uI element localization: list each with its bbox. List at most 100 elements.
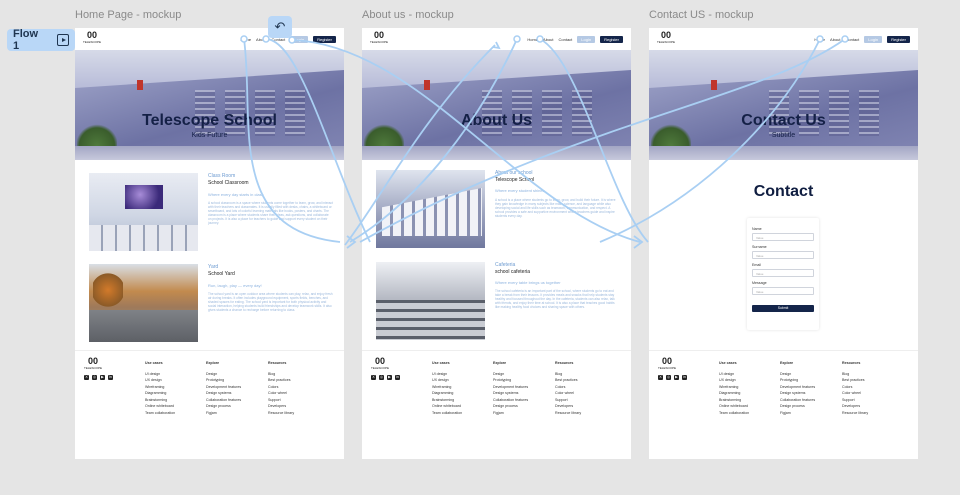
footer-link[interactable]: Team collaboration <box>719 411 749 418</box>
linkedin-icon[interactable]: in <box>108 375 113 380</box>
login-button[interactable]: Login <box>577 35 596 43</box>
nav-home-link[interactable]: Home <box>814 37 825 42</box>
frame-title-contact[interactable]: Contact US - mockup <box>649 9 754 21</box>
register-button[interactable]: Register <box>887 35 910 43</box>
arrowhead <box>633 235 644 249</box>
section-subtitle: School Classroom <box>208 180 249 186</box>
nav-contact-link[interactable]: Contact <box>846 37 860 42</box>
linkedin-icon[interactable]: in <box>682 375 687 380</box>
nav-about-link[interactable]: About <box>256 37 266 42</box>
nav-about-link[interactable]: About <box>543 37 553 42</box>
contact-form: Name Value Surname Value Email Value Mes… <box>747 218 819 330</box>
flag-image <box>424 80 430 90</box>
footer-link[interactable]: Resource library <box>268 411 294 418</box>
play-frame-icon[interactable] <box>57 34 69 46</box>
youtube-icon[interactable]: ▶ <box>100 375 105 380</box>
hero-title: Telescope School <box>142 112 277 129</box>
hero-subtitle: Kids Future <box>191 132 228 139</box>
footer-logo[interactable]: 00 TELESCOPE <box>658 357 676 372</box>
youtube-icon[interactable]: ▶ <box>674 375 679 380</box>
footer-column: Use cases UI design UX design Wireframin… <box>719 361 749 417</box>
section-tagline: Where every table brings us together <box>495 280 561 285</box>
register-button[interactable]: Register <box>600 35 623 43</box>
section-body: A school classroom is a space where stud… <box>208 201 333 225</box>
section-body: The school yard is an open outdoor area … <box>208 292 333 312</box>
arrowhead <box>346 235 357 249</box>
cafeteria-image <box>376 262 485 340</box>
login-button[interactable]: Login <box>290 35 309 43</box>
surname-field[interactable]: Value <box>752 251 814 259</box>
instagram-icon[interactable]: ◎ <box>92 375 97 380</box>
email-field[interactable]: Value <box>752 269 814 277</box>
nav-contact-link[interactable]: Contact <box>559 37 573 42</box>
navbar: 00 TELESCOPE Home About Contact Login Reg… <box>362 28 631 50</box>
register-button[interactable]: Register <box>313 35 336 43</box>
footer-link[interactable]: Resource library <box>842 411 868 418</box>
footer-column: Resources Blog Best practices Colors Col… <box>268 361 294 417</box>
section-tagline: Where every day starts in class <box>208 192 264 197</box>
footer-link[interactable]: Team collaboration <box>432 411 462 418</box>
footer-heading: Use cases <box>145 361 163 365</box>
hero-banner: About Us <box>362 50 631 160</box>
footer-link[interactable]: Figjam <box>206 411 241 418</box>
footer-heading: Explore <box>493 361 507 365</box>
footer-logo[interactable]: 00 TELESCOPE <box>84 357 102 372</box>
youtube-icon[interactable]: ▶ <box>387 375 392 380</box>
footer-link[interactable]: Resource library <box>555 411 581 418</box>
nav-about-link[interactable]: About <box>830 37 840 42</box>
login-button[interactable]: Login <box>864 35 883 43</box>
footer: 00 TELESCOPE X ◎ ▶ in Use cases UI design… <box>649 350 918 459</box>
footer-heading: Resources <box>555 361 574 365</box>
footer: 00 TELESCOPE X ◎ ▶ in Use cases UI design… <box>362 350 631 459</box>
school-logo[interactable]: 00 TELESCOPE <box>657 31 675 46</box>
hero-banner: Contact Us Subtitle <box>649 50 918 160</box>
frame-title-home[interactable]: Home Page - mockup <box>75 9 181 21</box>
name-field[interactable]: Value <box>752 233 814 241</box>
footer-link[interactable]: Figjam <box>780 411 815 418</box>
x-icon[interactable]: X <box>658 375 663 380</box>
submit-button[interactable]: Submit <box>752 305 814 312</box>
footer-heading: Use cases <box>432 361 450 365</box>
frame-title-about[interactable]: About us - mockup <box>362 9 454 21</box>
instagram-icon[interactable]: ◎ <box>379 375 384 380</box>
section-body: The school cafeteria is an important par… <box>495 289 615 309</box>
footer-column: Use cases UI design UX design Wireframin… <box>432 361 462 417</box>
section-subtitle: Telescope School <box>495 177 535 183</box>
footer-heading: Resources <box>842 361 861 365</box>
footer-heading: Use cases <box>719 361 737 365</box>
flow-start-chip[interactable]: Flow 1 <box>7 28 75 52</box>
name-label: Name <box>752 227 762 231</box>
footer-logo[interactable]: 00 TELESCOPE <box>371 357 389 372</box>
surname-label: Surname <box>752 245 767 249</box>
frame-contact[interactable]: 00 TELESCOPE Home About Contact Login Reg… <box>649 28 918 459</box>
linkedin-icon[interactable]: in <box>395 375 400 380</box>
section-tagline: Run, laugh, play — every day! <box>208 283 262 288</box>
message-field[interactable]: Value <box>752 287 814 295</box>
footer-heading: Explore <box>780 361 794 365</box>
nav-home-link[interactable]: Home <box>240 37 251 42</box>
hero-title: About Us <box>460 112 533 129</box>
hero-title: Contact Us <box>741 112 826 129</box>
footer-link[interactable]: Team collaboration <box>145 411 175 418</box>
yard-image <box>89 264 198 342</box>
section-subtitle: school cafeteria <box>495 269 531 275</box>
x-icon[interactable]: X <box>84 375 89 380</box>
section-subtitle: School Yard <box>208 271 235 277</box>
navbar: 00 TELESCOPE Home About Contact Login Reg… <box>75 28 344 50</box>
frame-home[interactable]: 00 TELESCOPE Home About Contact Login Reg… <box>75 28 344 459</box>
section-title: Class Room <box>208 173 236 179</box>
back-arrow-icon[interactable]: ↶ <box>268 16 292 38</box>
section-tagline: Where every student shines <box>495 188 545 193</box>
footer-column: Explore Design Prototyping Development f… <box>206 361 241 417</box>
footer-link[interactable]: Figjam <box>493 411 528 418</box>
email-label: Email <box>752 263 761 267</box>
flag-image <box>711 80 717 90</box>
school-logo[interactable]: 00 TELESCOPE <box>370 31 388 46</box>
nav-home-link[interactable]: Home <box>527 37 538 42</box>
frame-about[interactable]: 00 TELESCOPE Home About Contact Login Reg… <box>362 28 631 459</box>
footer-column: Explore Design Prototyping Development f… <box>493 361 528 417</box>
x-icon[interactable]: X <box>371 375 376 380</box>
school-logo[interactable]: 00 TELESCOPE <box>83 31 101 46</box>
flow-label: Flow 1 <box>13 28 39 52</box>
instagram-icon[interactable]: ◎ <box>666 375 671 380</box>
